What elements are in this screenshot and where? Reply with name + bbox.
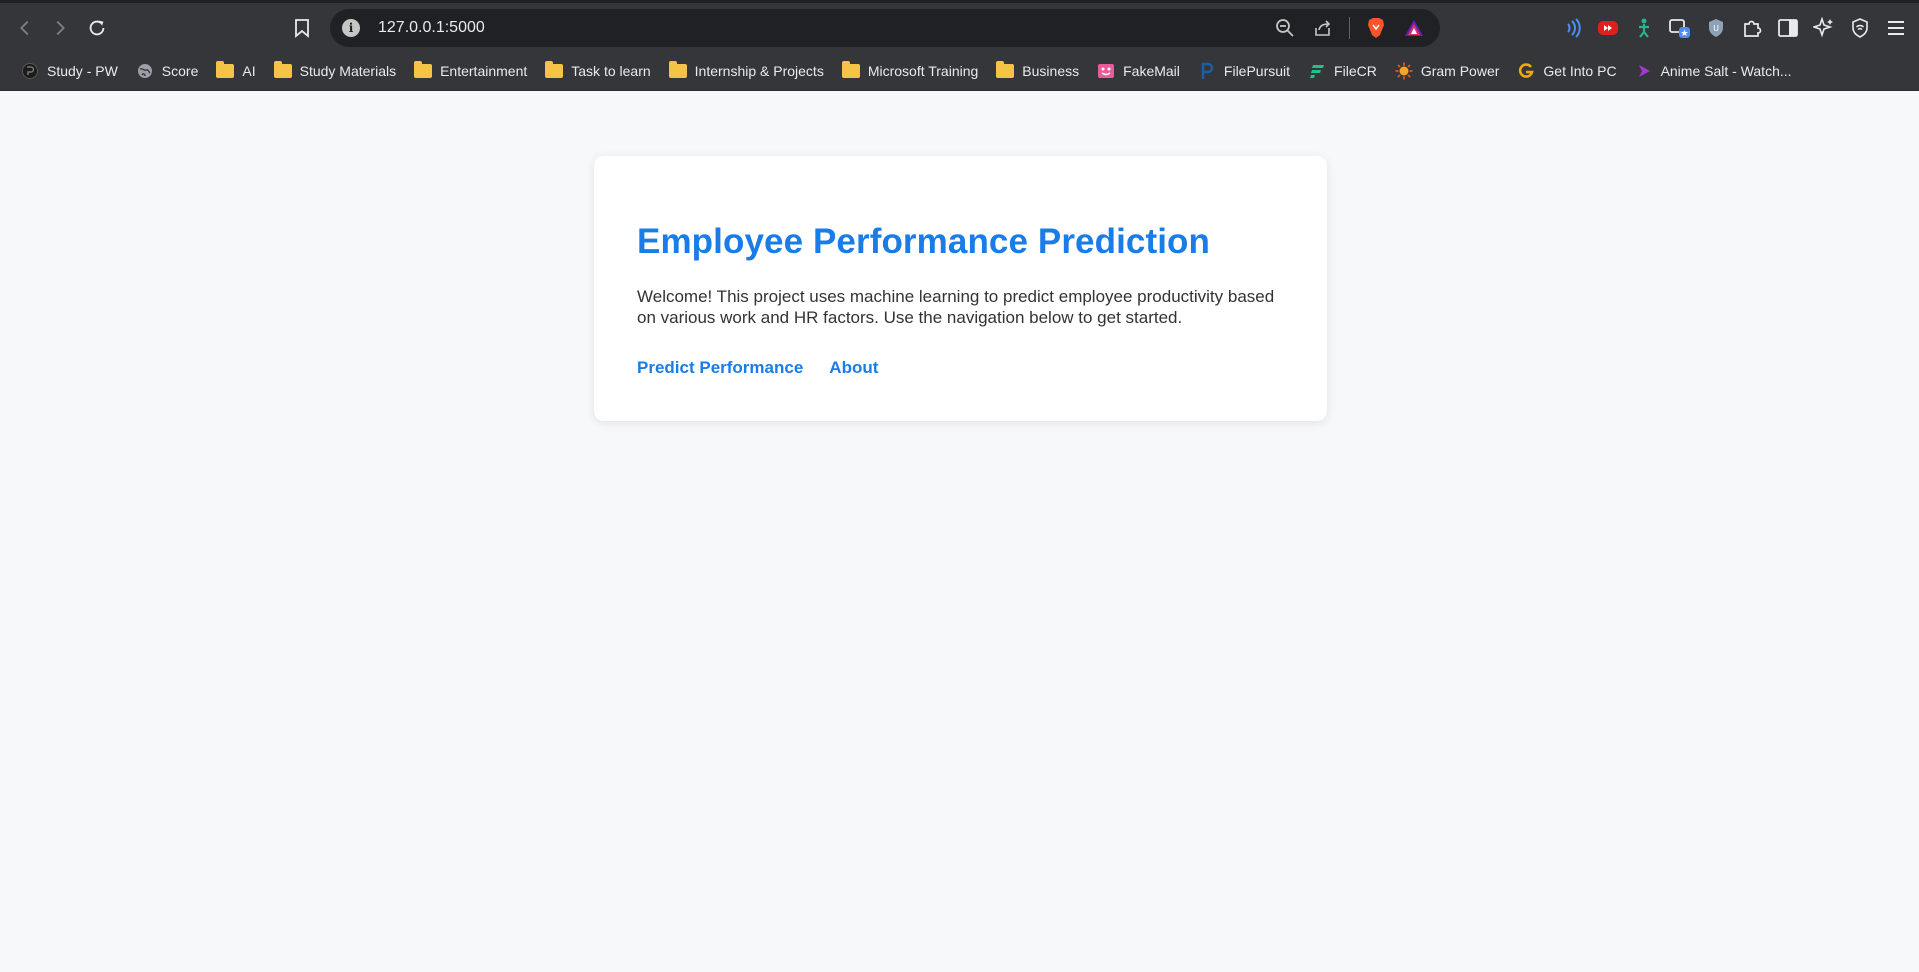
bookmark-item[interactable]: Score <box>127 56 208 86</box>
bookmark-label: Score <box>161 63 199 79</box>
bookmarks-bar: Study - PW Score AI Study Materials Entertai… <box>0 52 1919 91</box>
forward-button[interactable] <box>43 11 77 45</box>
url-text[interactable]: 127.0.0.1:5000 <box>378 19 485 37</box>
folder-icon <box>414 61 433 80</box>
youtube-extension-icon[interactable] <box>1595 15 1621 41</box>
bookmark-item[interactable]: Microsoft Training <box>833 56 987 86</box>
extensions-area: U <box>1559 11 1909 45</box>
bookmark-label: Entertainment <box>440 63 528 79</box>
get-into-pc-icon <box>1517 62 1535 80</box>
bookmark-item[interactable]: Study Materials <box>265 56 405 86</box>
address-bar-actions <box>1273 9 1426 47</box>
bookmark-label: Internship & Projects <box>694 63 824 79</box>
tab-manager-extension-icon[interactable] <box>1667 15 1693 41</box>
privacy-shield-extension-icon[interactable]: U <box>1703 15 1729 41</box>
chevron-left-icon <box>20 20 29 36</box>
page-content: Employee Performance Prediction Welcome!… <box>0 91 1919 972</box>
figure-extension-icon[interactable] <box>1631 15 1657 41</box>
bookmark-label: AI <box>242 63 256 79</box>
pw-logo-icon <box>21 62 39 80</box>
anime-salt-icon <box>1635 62 1653 80</box>
menu-icon[interactable] <box>1883 15 1909 41</box>
bookmark-label: Study Materials <box>299 63 397 79</box>
bookmark-icon <box>295 19 309 38</box>
brave-shields-icon[interactable] <box>1364 16 1388 40</box>
bookmark-item[interactable]: Gram Power <box>1386 56 1509 86</box>
predict-performance-link[interactable]: Predict Performance <box>637 358 803 378</box>
folder-icon <box>273 61 292 80</box>
bookmark-item[interactable]: Entertainment <box>405 56 536 86</box>
filecr-icon <box>1308 62 1326 80</box>
bookmark-item[interactable]: Business <box>987 56 1088 86</box>
fakemail-icon <box>1097 62 1115 80</box>
bookmark-item[interactable]: FileCR <box>1299 56 1386 86</box>
browser-toolbar: i 127.0.0.1:5000 U <box>0 0 1919 52</box>
bookmark-label: Task to learn <box>571 63 651 79</box>
folder-icon <box>668 61 687 80</box>
side-panel-icon[interactable] <box>1775 15 1801 41</box>
bookmark-label: Gram Power <box>1420 63 1500 79</box>
bookmark-item[interactable]: FilePursuit <box>1189 56 1299 86</box>
bookmark-label: Get Into PC <box>1543 63 1617 79</box>
address-bar[interactable]: i 127.0.0.1:5000 <box>330 9 1440 47</box>
divider <box>1349 17 1350 39</box>
bookmark-label: Business <box>1022 63 1080 79</box>
bookmark-item[interactable]: AI <box>207 56 264 86</box>
svg-text:U: U <box>1713 24 1719 33</box>
bookmark-label: Microsoft Training <box>867 63 979 79</box>
folder-icon <box>216 61 235 80</box>
bookmark-label: Study - PW <box>47 63 118 79</box>
site-info-icon[interactable]: i <box>342 19 360 37</box>
bookmark-label: FakeMail <box>1123 63 1180 79</box>
welcome-card: Employee Performance Prediction Welcome!… <box>594 156 1327 421</box>
puzzle-extensions-icon[interactable] <box>1739 15 1765 41</box>
bookmark-label: FileCR <box>1334 63 1377 79</box>
page-title: Employee Performance Prediction <box>637 222 1211 261</box>
vpn-icon[interactable] <box>1847 15 1873 41</box>
back-button[interactable] <box>8 11 42 45</box>
bookmark-item[interactable]: Study - PW <box>12 56 127 86</box>
filepursuit-icon <box>1198 62 1216 80</box>
browser-chrome: i 127.0.0.1:5000 U Study - PW Score AI S… <box>0 0 1919 91</box>
bookmark-page-button[interactable] <box>288 11 316 45</box>
reload-button[interactable] <box>80 11 114 45</box>
globe-icon <box>136 62 154 80</box>
bookmark-item[interactable]: Internship & Projects <box>660 56 833 86</box>
gram-power-icon <box>1395 62 1413 80</box>
wifi-sound-extension-icon[interactable] <box>1559 15 1585 41</box>
nav-links: Predict Performance About <box>637 358 1284 378</box>
bookmark-item[interactable]: Task to learn <box>536 56 659 86</box>
folder-icon <box>841 61 860 80</box>
bookmark-label: FilePursuit <box>1223 63 1291 79</box>
bookmark-item[interactable]: FakeMail <box>1088 56 1189 86</box>
bookmark-label: Anime Salt - Watch... <box>1660 63 1792 79</box>
brave-rewards-icon[interactable] <box>1402 16 1426 40</box>
folder-icon <box>996 61 1015 80</box>
about-link[interactable]: About <box>829 358 878 378</box>
leo-ai-icon[interactable] <box>1811 15 1837 41</box>
reload-icon <box>89 20 105 36</box>
share-icon[interactable] <box>1311 16 1335 40</box>
folder-icon <box>545 61 564 80</box>
chevron-right-icon <box>56 20 65 36</box>
bookmark-item[interactable]: Get Into PC <box>1508 56 1625 86</box>
zoom-icon[interactable] <box>1273 16 1297 40</box>
bookmark-item[interactable]: Anime Salt - Watch... <box>1626 56 1801 86</box>
page-description: Welcome! This project uses machine learn… <box>637 287 1275 327</box>
